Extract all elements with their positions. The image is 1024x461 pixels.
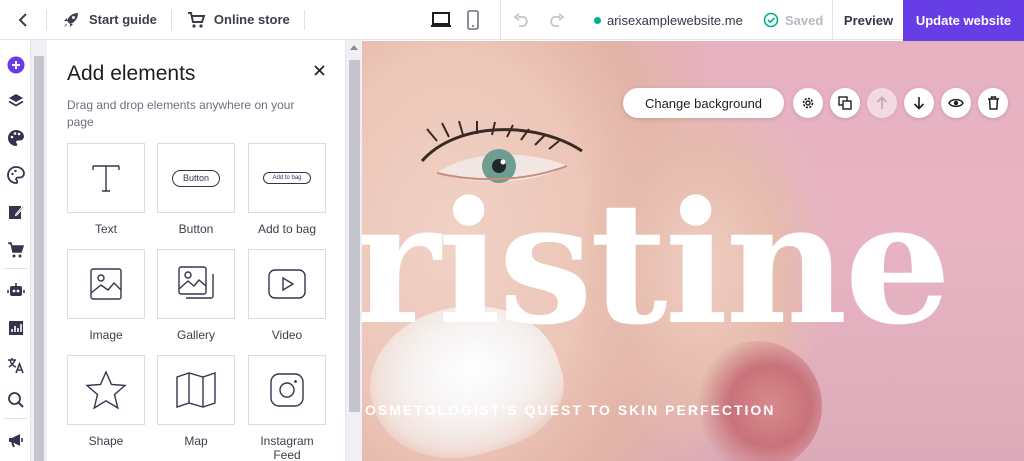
gallery-icon	[178, 266, 214, 299]
online-store-button[interactable]: Online store	[172, 0, 304, 40]
star-icon	[85, 370, 127, 410]
layers-icon[interactable]	[5, 90, 26, 111]
element-gallery[interactable]: Gallery	[157, 249, 235, 342]
change-background-button[interactable]: Change background	[623, 88, 784, 118]
chevron-left-icon	[18, 12, 27, 27]
element-text[interactable]: Text	[67, 143, 145, 236]
instagram-icon	[270, 373, 304, 407]
delete-button[interactable]	[978, 88, 1008, 118]
website-canvas[interactable]: ristine OSMETOLOGIST’S QUEST TO SKIN PER…	[362, 41, 1024, 461]
element-label: Text	[94, 222, 117, 236]
video-icon	[268, 269, 306, 299]
duplicate-button[interactable]	[830, 88, 860, 118]
cart-icon[interactable]	[5, 239, 26, 260]
translate-icon[interactable]	[5, 354, 26, 375]
element-label: Button	[178, 222, 214, 236]
online-store-label: Online store	[213, 12, 290, 27]
top-bar: Start guide Online store arisexamplewebs…	[0, 0, 1024, 41]
start-guide-button[interactable]: Start guide	[47, 0, 171, 40]
divider	[303, 9, 305, 30]
element-button[interactable]: Button Button	[157, 143, 235, 236]
visibility-button[interactable]	[941, 88, 971, 118]
saved-status: Saved	[763, 0, 823, 40]
element-label: Shape	[88, 434, 124, 448]
redo-icon[interactable]	[547, 13, 565, 27]
button-icon: Button	[172, 169, 220, 187]
panel-scrollbar-thumb[interactable]	[349, 60, 360, 412]
undo-icon[interactable]	[513, 13, 531, 27]
hero-subtitle[interactable]: OSMETOLOGIST’S QUEST TO SKIN PERFECTION	[365, 402, 775, 418]
image-icon	[90, 268, 122, 300]
divider	[4, 268, 27, 269]
divider	[4, 418, 27, 419]
duplicate-icon	[838, 96, 852, 110]
rocket-icon	[64, 12, 78, 27]
start-guide-label: Start guide	[89, 12, 157, 27]
mobile-icon[interactable]	[466, 10, 480, 30]
close-icon[interactable]	[309, 60, 329, 80]
panel-description: Drag and drop elements anywhere on your …	[67, 98, 295, 129]
add-elements-panel: Add elements Drag and drop elements anyw…	[47, 40, 345, 461]
element-tile[interactable]: Add to bag	[248, 143, 326, 213]
move-up-button[interactable]	[867, 88, 897, 118]
element-tile[interactable]	[157, 355, 235, 425]
eye-icon	[948, 98, 964, 108]
update-website-button[interactable]: Update website	[903, 0, 1024, 41]
device-switcher	[430, 0, 480, 40]
saved-label: Saved	[785, 12, 824, 28]
text-icon	[92, 165, 120, 192]
desktop-icon[interactable]	[430, 11, 452, 29]
left-toolbar	[0, 40, 31, 461]
element-tile[interactable]	[67, 143, 145, 213]
status-dot-icon	[594, 16, 601, 24]
element-label: Map	[184, 434, 208, 448]
preview-button[interactable]: Preview	[832, 0, 904, 40]
element-label: Video	[271, 328, 303, 342]
gear-icon	[802, 97, 814, 109]
element-video[interactable]: Video	[248, 249, 326, 342]
add-element-icon[interactable]	[5, 54, 26, 75]
element-label: Instagram Feed	[260, 434, 314, 461]
element-tile[interactable]	[157, 249, 235, 319]
arrow-down-icon	[913, 97, 925, 110]
hero-title[interactable]: ristine	[362, 179, 951, 347]
ai-robot-icon[interactable]	[5, 279, 26, 300]
element-instagram-feed[interactable]: Instagram Feed	[248, 355, 326, 461]
element-image[interactable]: Image	[67, 249, 145, 342]
element-label: Gallery	[176, 328, 215, 342]
back-button[interactable]	[0, 0, 46, 40]
element-tile[interactable]	[248, 355, 326, 425]
move-down-button[interactable]	[904, 88, 934, 118]
palette-icon[interactable]	[5, 127, 26, 148]
search-icon[interactable]	[5, 389, 26, 410]
analytics-icon[interactable]	[5, 317, 26, 338]
edit-page-icon[interactable]	[5, 201, 26, 222]
arrow-up-icon	[876, 96, 888, 109]
element-shape[interactable]: Shape	[67, 355, 145, 448]
rail-scrollbar[interactable]	[31, 40, 47, 461]
element-add-to-bag[interactable]: Add to bag Add to bag	[248, 143, 326, 236]
website-url[interactable]: arisexamplewebsite.me	[594, 0, 743, 40]
trash-icon	[987, 96, 999, 110]
website-url-label: arisexamplewebsite.me	[607, 12, 743, 28]
styles-icon[interactable]	[5, 164, 26, 185]
history-controls	[500, 0, 565, 40]
map-icon	[176, 372, 216, 408]
scroll-up-icon[interactable]	[350, 45, 358, 50]
element-map[interactable]: Map	[157, 355, 235, 448]
element-tile[interactable]	[248, 249, 326, 319]
element-label: Add to bag	[257, 222, 317, 236]
announcement-icon[interactable]	[5, 429, 26, 450]
element-label: Image	[89, 328, 123, 342]
panel-title: Add elements	[67, 62, 196, 85]
add-to-bag-icon: Add to bag	[263, 172, 311, 184]
rail-scrollbar-thumb[interactable]	[34, 56, 44, 461]
panel-scrollbar[interactable]	[345, 40, 362, 461]
settings-button[interactable]	[793, 88, 823, 118]
cart-icon	[187, 11, 206, 28]
check-circle-icon	[763, 12, 779, 28]
element-tile[interactable]	[67, 249, 145, 319]
element-tile[interactable]: Button	[157, 143, 235, 213]
element-tile[interactable]	[67, 355, 145, 425]
